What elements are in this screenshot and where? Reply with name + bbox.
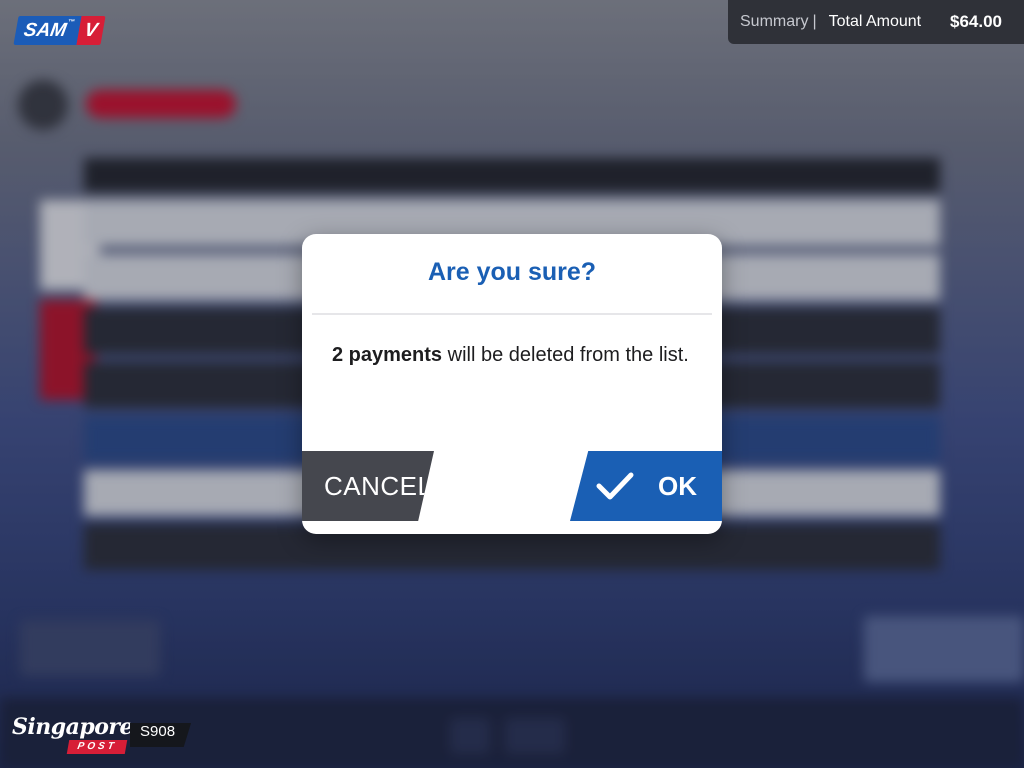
summary-bar[interactable]: Summary | Total Amount $64.00	[728, 0, 1024, 44]
dialog-divider	[312, 313, 712, 315]
check-icon	[596, 472, 634, 500]
dialog-message: 2 payments will be deleted from the list…	[332, 344, 702, 367]
dialog-title: Are you sure?	[427, 258, 597, 286]
total-amount-value: $64.00	[950, 12, 1002, 31]
dialog-message-text: will be deleted from the list.	[442, 344, 689, 366]
cancel-button-label: CANCEL	[324, 470, 433, 501]
ok-button-label: OK	[658, 470, 697, 501]
confirm-dialog: Are you sure? 2 payments will be deleted…	[302, 234, 722, 534]
summary-separator: |	[812, 13, 817, 30]
dialog-message-count: 2 payments	[332, 344, 443, 366]
summary-label: Summary	[740, 13, 809, 30]
sam-logo: SAM™ V	[13, 16, 108, 45]
ok-button[interactable]: OK	[570, 451, 722, 521]
singapore-post-logo: Singapore POST	[12, 714, 134, 754]
total-amount-label: Total Amount	[828, 13, 922, 30]
kiosk-id-badge: S908	[130, 723, 192, 747]
cancel-button[interactable]: CANCEL	[302, 451, 434, 521]
